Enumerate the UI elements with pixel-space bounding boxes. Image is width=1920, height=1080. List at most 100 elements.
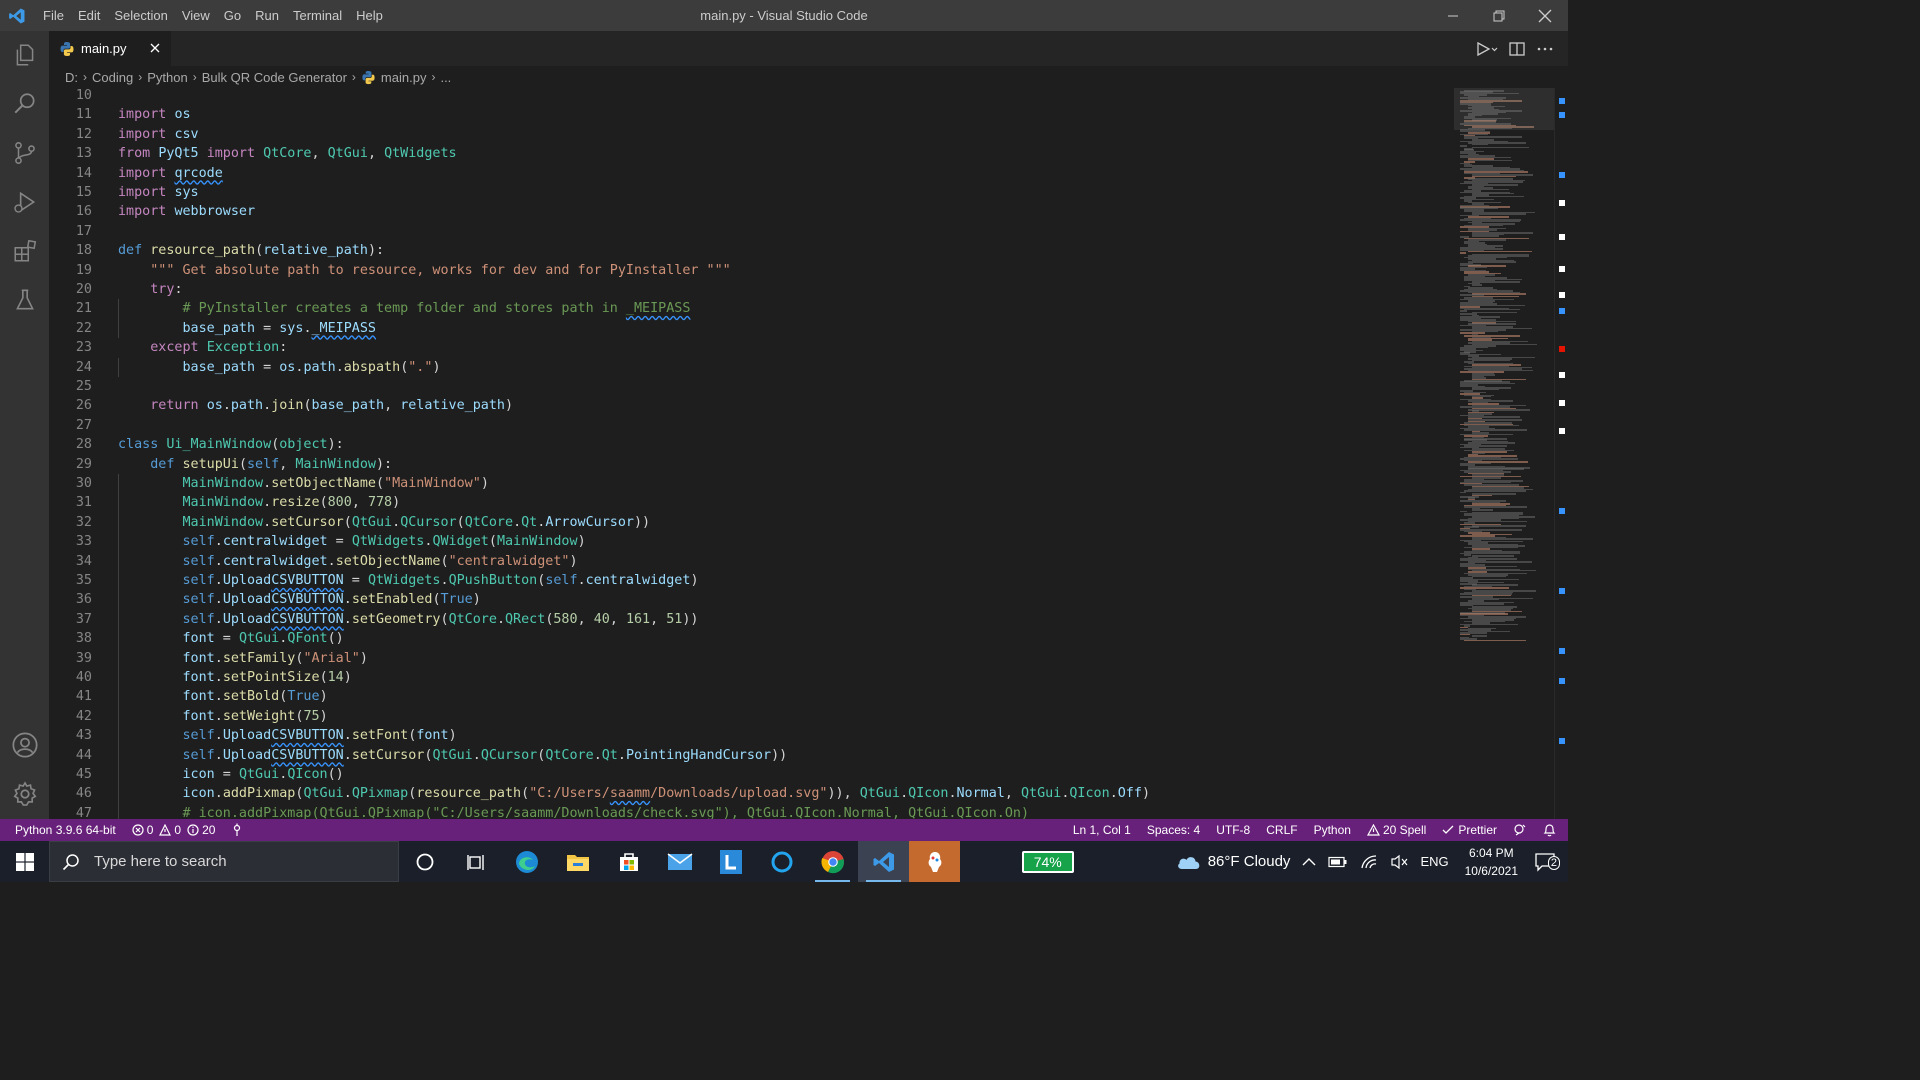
settings-gear-icon[interactable] xyxy=(0,770,49,818)
code-line[interactable]: 32 MainWindow.setCursor(QtGui.QCursor(Qt… xyxy=(49,512,1454,533)
code-line[interactable]: 29 def setupUi(self, MainWindow): xyxy=(49,455,1454,474)
feedback-icon[interactable] xyxy=(1505,823,1535,837)
action-center-icon[interactable]: 2 xyxy=(1528,852,1568,872)
code-line[interactable]: 21 # PyInstaller creates a temp folder a… xyxy=(49,299,1454,319)
code-line[interactable]: 40 font.setPointSize(14) xyxy=(49,668,1454,688)
code-line[interactable]: 27 xyxy=(49,416,1454,435)
volume-muted-icon[interactable] xyxy=(1384,854,1414,870)
code-line[interactable]: 16 import webbrowser xyxy=(49,202,1454,221)
code-line[interactable]: 28 class Ui_MainWindow(object): xyxy=(49,435,1454,454)
breadcrumb-drive[interactable]: D: xyxy=(65,70,78,85)
split-editor-icon[interactable] xyxy=(1508,40,1526,58)
menu-file[interactable]: File xyxy=(36,0,71,31)
code-line[interactable]: 30 MainWindow.setObjectName("MainWindow"… xyxy=(49,474,1454,494)
code-line[interactable]: 33 self.centralwidget = QtWidgets.QWidge… xyxy=(49,532,1454,552)
menu-edit[interactable]: Edit xyxy=(71,0,107,31)
editor-scrollbar[interactable] xyxy=(1554,88,1568,819)
explorer-icon[interactable] xyxy=(0,31,49,79)
live-share-icon[interactable] xyxy=(223,823,251,837)
code-line[interactable]: 24 base_path = os.path.abspath(".") xyxy=(49,357,1454,377)
code-line[interactable]: 26 return os.path.join(base_path, relati… xyxy=(49,396,1454,415)
code-line[interactable]: 11 import os xyxy=(49,105,1454,124)
code-line[interactable]: 12 import csv xyxy=(49,125,1454,144)
code-line[interactable]: 37 self.UploadCSVBUTTON.setGeometry(QtCo… xyxy=(49,609,1454,630)
code-line[interactable]: 41 font.setBold(True) xyxy=(49,687,1454,707)
language-mode[interactable]: Python xyxy=(1306,819,1359,841)
breadcrumb-coding[interactable]: Coding xyxy=(92,70,133,85)
input-language[interactable]: ENG xyxy=(1414,854,1454,869)
chrome-icon[interactable] xyxy=(807,841,858,882)
wifi-icon[interactable] xyxy=(1354,854,1384,870)
breadcrumb-project[interactable]: Bulk QR Code Generator xyxy=(202,70,347,85)
battery-icon[interactable] xyxy=(1322,856,1354,868)
menu-selection[interactable]: Selection xyxy=(107,0,174,31)
restore-button[interactable] xyxy=(1476,0,1522,31)
menu-go[interactable]: Go xyxy=(217,0,248,31)
code-line[interactable]: 42 font.setWeight(75) xyxy=(49,706,1454,727)
cursor-position[interactable]: Ln 1, Col 1 xyxy=(1065,819,1139,841)
code-editor[interactable]: 10 11 import os 12 import csv 13 from PyQt5 im… xyxy=(49,88,1454,819)
start-button[interactable] xyxy=(0,841,49,882)
taskbar-clock[interactable]: 6:04 PM 10/6/2021 xyxy=(1455,844,1528,880)
python-interpreter[interactable]: Python 3.9.6 64-bit xyxy=(0,819,124,841)
breadcrumb-file[interactable]: main.py xyxy=(381,70,427,85)
menu-help[interactable]: Help xyxy=(349,0,390,31)
paint-icon[interactable] xyxy=(909,841,960,882)
more-actions-icon[interactable] xyxy=(1536,40,1554,58)
code-line[interactable]: 22 base_path = sys._MEIPASS xyxy=(49,318,1454,339)
line-endings[interactable]: CRLF xyxy=(1258,819,1305,841)
code-line[interactable]: 25 xyxy=(49,377,1454,396)
prettier-status[interactable]: Prettier xyxy=(1434,819,1505,841)
file-explorer-icon[interactable] xyxy=(552,841,603,882)
edge-icon[interactable] xyxy=(501,841,552,882)
run-debug-icon[interactable] xyxy=(0,178,49,226)
breadcrumb-python[interactable]: Python xyxy=(147,70,187,85)
show-hidden-icons-icon[interactable] xyxy=(1296,857,1322,867)
code-line[interactable]: 45 icon = QtGui.QIcon() xyxy=(49,765,1454,785)
problems-indicator[interactable]: 0 0 20 xyxy=(124,819,224,841)
indentation[interactable]: Spaces: 4 xyxy=(1139,819,1208,841)
code-line[interactable]: 18 def resource_path(relative_path): xyxy=(49,241,1454,260)
code-line[interactable]: 31 MainWindow.resize(800, 778) xyxy=(49,493,1454,513)
store-icon[interactable] xyxy=(603,841,654,882)
search-icon[interactable] xyxy=(0,80,49,128)
minimap[interactable] xyxy=(1454,88,1554,819)
menu-view[interactable]: View xyxy=(175,0,217,31)
extensions-icon[interactable] xyxy=(0,227,49,275)
taskbar-search-input[interactable]: Type here to search xyxy=(49,841,399,882)
cortana-circle-icon[interactable] xyxy=(756,841,807,882)
code-line[interactable]: 36 self.UploadCSVBUTTON.setEnabled(True) xyxy=(49,590,1454,610)
code-line[interactable]: 10 xyxy=(49,88,1454,105)
code-line[interactable]: 39 font.setFamily("Arial") xyxy=(49,648,1454,668)
app-l-icon[interactable] xyxy=(705,841,756,882)
run-python-file-icon[interactable] xyxy=(1476,40,1498,58)
spell-check-status[interactable]: 20 Spell xyxy=(1359,819,1434,841)
code-line[interactable]: 17 xyxy=(49,222,1454,241)
menu-terminal[interactable]: Terminal xyxy=(286,0,349,31)
minimap-viewport-slider[interactable] xyxy=(1454,88,1554,130)
source-control-icon[interactable] xyxy=(0,129,49,177)
code-line[interactable]: 46 icon.addPixmap(QtGui.QPixmap(resource… xyxy=(49,784,1454,804)
close-window-button[interactable] xyxy=(1522,0,1568,31)
battery-percentage[interactable]: 74% xyxy=(1021,850,1074,873)
mail-icon[interactable] xyxy=(654,841,705,882)
weather-widget[interactable]: 86°F Cloudy xyxy=(1170,853,1297,871)
code-line[interactable]: 13 from PyQt5 import QtCore, QtGui, QtWid… xyxy=(49,144,1454,163)
code-line[interactable]: 38 font = QtGui.QFont() xyxy=(49,629,1454,649)
code-line[interactable]: 47 # icon.addPixmap(QtGui.QPixmap("C:/Us… xyxy=(49,803,1454,819)
testing-icon[interactable] xyxy=(0,276,49,324)
code-line[interactable]: 20 try: xyxy=(49,280,1454,299)
code-line[interactable]: 14 import qrcode xyxy=(49,164,1454,183)
code-line[interactable]: 44 self.UploadCSVBUTTON.setCursor(QtGui.… xyxy=(49,745,1454,765)
cortana-icon[interactable] xyxy=(399,841,450,882)
task-view-icon[interactable] xyxy=(450,841,501,882)
minimize-button[interactable] xyxy=(1430,0,1476,31)
code-line[interactable]: 43 self.UploadCSVBUTTON.setFont(font) xyxy=(49,726,1454,746)
file-encoding[interactable]: UTF-8 xyxy=(1208,819,1258,841)
code-line[interactable]: 15 import sys xyxy=(49,183,1454,202)
code-line[interactable]: 34 self.centralwidget.setObjectName("cen… xyxy=(49,551,1454,571)
menu-run[interactable]: Run xyxy=(248,0,286,31)
code-line[interactable]: 35 self.UploadCSVBUTTON = QtWidgets.QPus… xyxy=(49,571,1454,591)
tab-main-py[interactable]: main.py xyxy=(49,31,171,66)
notifications-bell-icon[interactable] xyxy=(1535,823,1568,837)
